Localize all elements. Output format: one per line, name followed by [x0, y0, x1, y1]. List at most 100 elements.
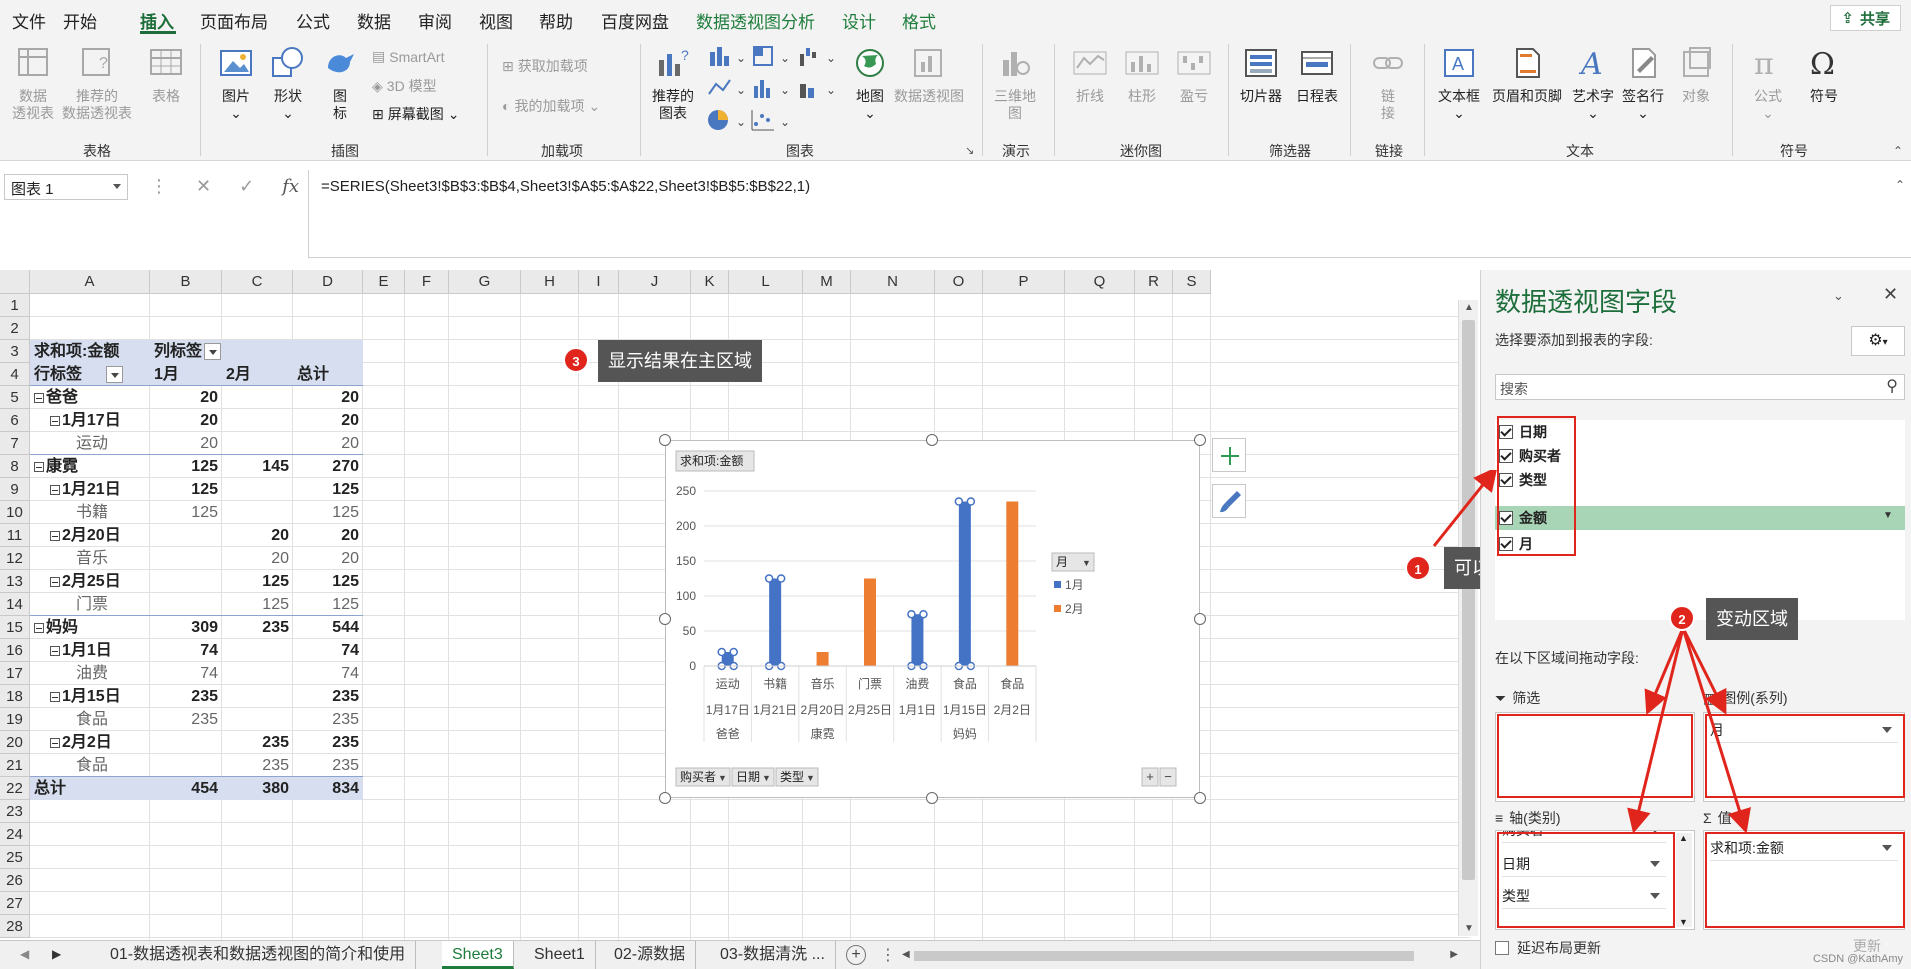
row-header[interactable]: 21 — [0, 754, 30, 777]
select-all-corner[interactable] — [0, 270, 30, 294]
selection-handle[interactable] — [966, 497, 976, 506]
tab-help[interactable]: 帮助 — [539, 8, 573, 33]
wordart-button[interactable]: A 艺术字 ⌄ — [1572, 46, 1614, 122]
pivot-row-label[interactable]: 音乐 — [76, 547, 186, 570]
pivot-row-label[interactable]: 妈妈 — [34, 616, 144, 639]
scrollbar-thumb[interactable] — [914, 951, 1414, 961]
chevron-down-icon[interactable]: ▼ — [762, 773, 771, 783]
chart-elements-button[interactable] — [1212, 438, 1246, 472]
row-header[interactable]: 16 — [0, 639, 30, 662]
collapse-icon[interactable] — [50, 738, 60, 748]
bar-jan[interactable] — [911, 614, 924, 666]
tab-baidu-netdisk[interactable]: 百度网盘 — [601, 8, 669, 33]
scatter-chart-icon[interactable]: ⌄ — [750, 108, 792, 132]
row-header[interactable]: 28 — [0, 915, 30, 938]
pivot-table-button[interactable]: 数据 透视表 — [12, 46, 54, 122]
selection-handle[interactable] — [776, 574, 786, 583]
row-header[interactable]: 10 — [0, 501, 30, 524]
tab-design[interactable]: 设计 — [842, 8, 876, 33]
pictures-button[interactable]: 图片 ⌄ — [218, 46, 254, 122]
dialog-launcher-icon[interactable]: ↘ — [965, 144, 974, 157]
pie-chart-icon[interactable]: ⌄ — [706, 108, 748, 132]
row-header[interactable]: 25 — [0, 846, 30, 869]
column-header[interactable]: S — [1173, 270, 1211, 294]
resize-handle[interactable] — [1194, 792, 1206, 804]
sheet-tab-sheet1[interactable]: Sheet1 — [524, 941, 596, 969]
collapse-icon[interactable] — [50, 646, 60, 656]
selection-handle[interactable] — [919, 609, 928, 619]
add-sheet-icon[interactable]: + — [846, 945, 866, 965]
row-header[interactable]: 8 — [0, 455, 30, 478]
hierarchy-chart-icon[interactable]: ⌄ — [750, 44, 792, 68]
resize-handle[interactable] — [1194, 613, 1206, 625]
collapse-icon[interactable] — [50, 577, 60, 587]
resize-handle[interactable] — [659, 792, 671, 804]
selection-handle[interactable] — [717, 647, 726, 657]
pivot-row-label[interactable]: 康霓 — [34, 455, 144, 478]
collapse-icon[interactable] — [34, 393, 44, 403]
tab-format[interactable]: 格式 — [902, 8, 936, 33]
scroll-down-icon[interactable]: ▼ — [1464, 923, 1474, 934]
name-box[interactable]: 图表 1 — [4, 174, 128, 200]
row-header[interactable]: 11 — [0, 524, 30, 547]
tab-file[interactable]: 文件 — [12, 8, 46, 33]
pivot-row-label[interactable]: 1月21日 — [50, 478, 160, 501]
collapse-ribbon-icon[interactable]: ⌃ — [1893, 144, 1903, 158]
sheet-tab-01-intro[interactable]: 01-数据透视表和数据透视图的简介和使用 — [100, 941, 417, 969]
scroll-tab-right-icon[interactable]: ▶ — [52, 947, 61, 961]
column-header[interactable]: L — [729, 270, 803, 294]
bar-jan[interactable] — [769, 578, 782, 667]
collapse-icon[interactable] — [50, 416, 60, 426]
column-header[interactable]: P — [983, 270, 1065, 294]
column-header[interactable]: B — [150, 270, 222, 294]
tab-review[interactable]: 审阅 — [418, 8, 452, 33]
recommended-pivot-button[interactable]: ? 推荐的 数据透视表 — [62, 46, 132, 122]
row-header[interactable]: 5 — [0, 386, 30, 409]
chevron-down-icon[interactable]: ▼ — [1082, 558, 1091, 568]
symbol-button[interactable]: Ω 符号 — [1806, 46, 1842, 105]
timeline-button[interactable]: 日程表 — [1296, 46, 1338, 105]
pivot-row-label[interactable]: 门票 — [76, 593, 186, 616]
row-header[interactable]: 27 — [0, 892, 30, 915]
row-header[interactable]: 19 — [0, 708, 30, 731]
pivot-row-label[interactable]: 1月17日 — [50, 409, 160, 432]
column-header[interactable]: Q — [1065, 270, 1135, 294]
row-header[interactable]: 20 — [0, 731, 30, 754]
scroll-up-icon[interactable]: ▲ — [1464, 302, 1474, 313]
share-button[interactable]: ⇪ 共享 — [1830, 5, 1901, 31]
enter-icon[interactable]: ✓ — [239, 176, 254, 197]
equation-button[interactable]: π 公式 ⌄ — [1750, 46, 1786, 122]
scroll-tab-left-icon[interactable]: ◀ — [20, 947, 29, 961]
tab-formulas[interactable]: 公式 — [296, 8, 330, 33]
pivot-row-label[interactable]: 2月20日 — [50, 524, 160, 547]
get-addins-button[interactable]: ⊞ 获取加载项 — [502, 56, 588, 76]
header-footer-button[interactable]: 页眉和页脚 — [1492, 46, 1562, 105]
sparkline-column-button[interactable]: 柱形 — [1124, 46, 1160, 105]
column-header[interactable]: G — [449, 270, 521, 294]
scrollbar-thumb[interactable] — [1462, 320, 1475, 880]
pivot-chart-button[interactable]: 数据透视图 — [894, 46, 964, 105]
selection-handle[interactable] — [764, 574, 774, 583]
pivot-row-label[interactable]: 食品 — [76, 754, 186, 777]
screenshot-button[interactable]: ⊞ 屏幕截图 ⌄ — [372, 104, 459, 124]
pivot-chart[interactable]: 求和项:金额 0 50 100 150 200 250 运动 1月17日 书籍 1月21日 音乐 2月2… — [665, 440, 1200, 798]
filter-dropdown-icon[interactable] — [106, 366, 123, 383]
pivot-row-label[interactable]: 1月1日 — [50, 639, 160, 662]
row-header[interactable]: 15 — [0, 616, 30, 639]
waterfall-chart-icon[interactable]: ⌄ — [796, 44, 838, 68]
icons-button[interactable]: 图 标 — [322, 46, 358, 122]
smartart-button[interactable]: ▤ SmartArt — [372, 48, 444, 65]
column-header[interactable]: F — [405, 270, 449, 294]
table-button[interactable]: 表格 — [148, 46, 184, 105]
dots-icon[interactable]: ⋮ — [880, 945, 896, 965]
column-header[interactable]: I — [579, 270, 619, 294]
row-header[interactable]: 3 — [0, 340, 30, 363]
row-header[interactable]: 17 — [0, 662, 30, 685]
chevron-down-icon[interactable]: ▼ — [806, 773, 815, 783]
bar-jan[interactable] — [958, 501, 971, 667]
sparkline-winloss-button[interactable]: 盈亏 — [1176, 46, 1212, 105]
tab-view[interactable]: 视图 — [479, 8, 513, 33]
slicer-button[interactable]: 切片器 — [1240, 46, 1282, 105]
defer-layout-update[interactable]: 延迟布局更新 — [1495, 938, 1601, 958]
column-header[interactable]: K — [691, 270, 729, 294]
